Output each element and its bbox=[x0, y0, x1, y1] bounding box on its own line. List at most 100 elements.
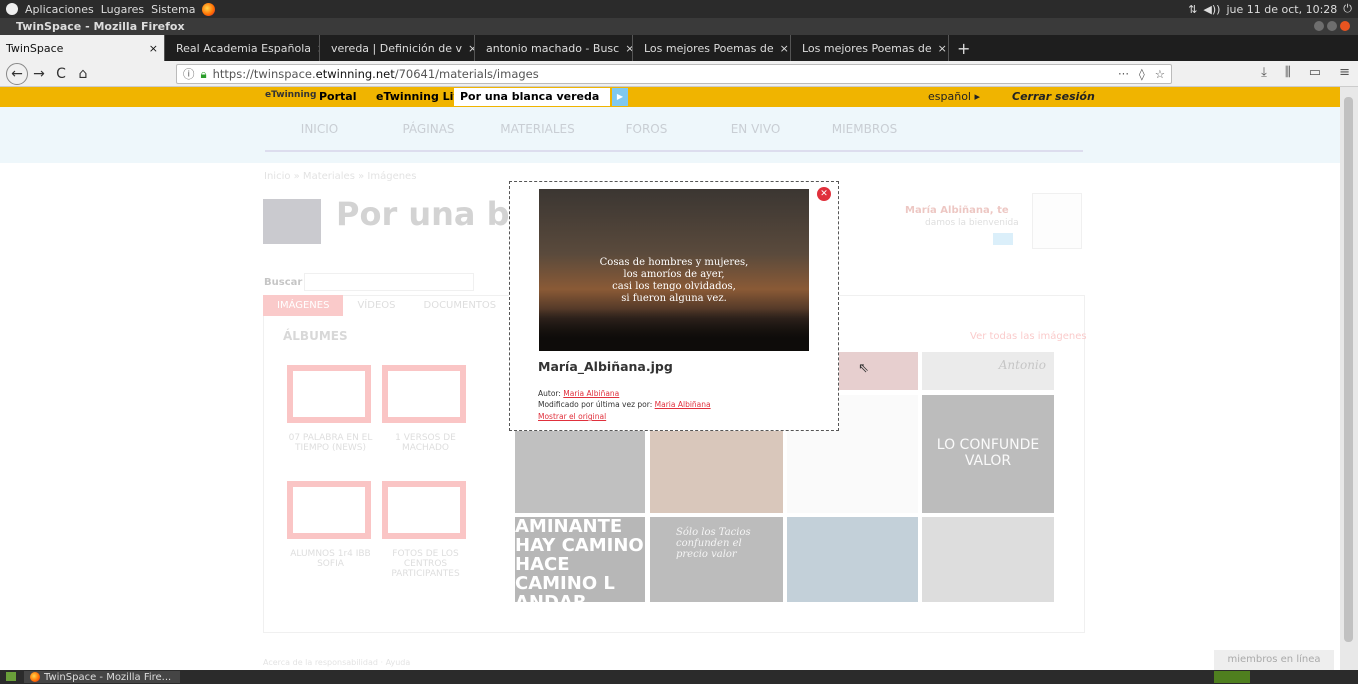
tab-documentos[interactable]: DOCUMENTOS bbox=[410, 295, 511, 316]
tab-close-icon[interactable]: × bbox=[143, 42, 158, 55]
language-selector[interactable]: español ▸ bbox=[928, 90, 980, 103]
footer-links[interactable]: Acerca de la responsabilidad · Ayuda bbox=[263, 658, 410, 667]
menu-item-miembros[interactable]: MIEMBROS bbox=[810, 107, 919, 150]
menu-item-foros[interactable]: FOROS bbox=[592, 107, 701, 150]
ubuntu-logo-icon[interactable] bbox=[6, 3, 18, 15]
tab-twinspace[interactable]: TwinSpace × bbox=[0, 35, 165, 61]
gallery-thumb[interactable]: Antonio bbox=[922, 352, 1054, 390]
view-all-images-link[interactable]: Ver todas las imágenes bbox=[970, 331, 1087, 342]
firefox-launcher-icon[interactable] bbox=[202, 2, 216, 16]
avatar[interactable] bbox=[1032, 193, 1082, 249]
album-label: FOTOS DE LOS CENTROS PARTICIPANTES bbox=[391, 549, 460, 579]
info-icon[interactable]: ⓘ bbox=[183, 66, 195, 82]
home-button[interactable]: ⌂ bbox=[72, 63, 94, 85]
lightbox-close-icon[interactable]: ✕ bbox=[817, 187, 831, 201]
project-go-button[interactable]: ▶ bbox=[612, 88, 628, 106]
poem-line: casi los tengo olvidados, bbox=[612, 281, 736, 292]
gallery-thumb[interactable] bbox=[787, 517, 918, 602]
pocket-icon[interactable]: ◊ bbox=[1139, 67, 1145, 81]
album-image-icon bbox=[382, 481, 466, 539]
firefox-icon bbox=[30, 672, 40, 682]
menu-item-en-vivo[interactable]: EN VIVO bbox=[701, 107, 810, 150]
show-desktop-icon[interactable] bbox=[6, 672, 16, 681]
tab-poemas-2[interactable]: Los mejores Poemas de × bbox=[791, 35, 949, 61]
hamburger-menu-icon[interactable]: ≡ bbox=[1339, 65, 1350, 80]
tab-vereda[interactable]: vereda | Definición de v × bbox=[320, 35, 475, 61]
album-card[interactable]: 07 PALABRA EN EL TIEMPO (NEWS) bbox=[283, 355, 378, 460]
poem-text: Cosas de hombres y mujeres, los amoríos … bbox=[569, 257, 779, 305]
gallery-thumb[interactable]: LO CONFUNDE VALOR bbox=[922, 395, 1054, 513]
main-menu-bar: INICIO PÁGINAS MATERIALES FOROS EN VIVO … bbox=[0, 107, 1340, 163]
back-button[interactable]: ← bbox=[6, 62, 28, 85]
menu-item-inicio[interactable]: INICIO bbox=[265, 107, 374, 150]
tab-videos[interactable]: VÍDEOS bbox=[343, 295, 409, 316]
tab-poemas-1[interactable]: Los mejores Poemas de × bbox=[633, 35, 791, 61]
web-page: eTwinning Portal eTwinning Live Por una … bbox=[0, 87, 1340, 670]
mouse-cursor-icon: ⇖ bbox=[858, 361, 869, 376]
downloads-icon[interactable]: ⤓ bbox=[1261, 65, 1267, 80]
poem-line: Cosas de hombres y mujeres, bbox=[599, 257, 749, 268]
album-card[interactable]: ALUMNOS 1r4 IBB SOFIA bbox=[283, 471, 378, 576]
tab-close-icon[interactable]: × bbox=[311, 42, 319, 55]
user-badge[interactable] bbox=[993, 233, 1013, 245]
library-icon[interactable]: ⫼ bbox=[1285, 65, 1291, 80]
portal-link[interactable]: Portal bbox=[319, 90, 357, 103]
taskbar-firefox-window[interactable]: TwinSpace - Mozilla Fire... bbox=[24, 671, 180, 683]
forward-button[interactable]: → bbox=[28, 63, 50, 85]
album-image-icon bbox=[382, 365, 466, 423]
main-menu: INICIO PÁGINAS MATERIALES FOROS EN VIVO … bbox=[265, 107, 1083, 152]
search-input[interactable] bbox=[304, 273, 474, 291]
logout-link[interactable]: Cerrar sesión bbox=[1012, 90, 1095, 103]
tab-close-icon[interactable]: × bbox=[462, 42, 474, 55]
maximize-button[interactable] bbox=[1327, 21, 1337, 31]
lock-icon[interactable]: 🔒︎ bbox=[201, 67, 207, 82]
page-scrollbar[interactable] bbox=[1340, 87, 1358, 670]
volume-icon[interactable]: ◀)) bbox=[1203, 3, 1220, 16]
bookmark-star-icon[interactable]: ☆ bbox=[1155, 67, 1165, 81]
image-lightbox: Cosas de hombres y mujeres, los amoríos … bbox=[509, 181, 839, 431]
author-link[interactable]: Maria Albiñana bbox=[563, 389, 619, 398]
show-original-link[interactable]: Mostrar el original bbox=[538, 412, 606, 421]
new-tab-button[interactable]: + bbox=[949, 35, 978, 61]
album-card[interactable]: 1 VERSOS DE MACHADO bbox=[378, 355, 473, 460]
power-icon[interactable]: ⏻ bbox=[1343, 2, 1352, 16]
tab-rae[interactable]: Real Academia Española × bbox=[165, 35, 320, 61]
etwinning-top-bar: eTwinning Portal eTwinning Live Por una … bbox=[0, 87, 1340, 107]
tab-close-icon[interactable]: × bbox=[619, 42, 632, 55]
gallery-thumb[interactable]: AMINANTE HAY CAMINO HACE CAMINO L ANDAR bbox=[515, 517, 645, 602]
menu-item-materiales[interactable]: MATERIALES bbox=[483, 107, 592, 150]
workspace-switcher[interactable] bbox=[1214, 671, 1250, 683]
author-line: Autor: Maria Albiñana bbox=[538, 389, 619, 398]
os-menu-system[interactable]: Sistema bbox=[151, 3, 195, 16]
modified-by-link[interactable]: Maria Albiñana bbox=[655, 400, 711, 409]
tab-close-icon[interactable]: × bbox=[932, 42, 947, 55]
minimize-button[interactable] bbox=[1314, 21, 1324, 31]
breadcrumb: Inicio » Materiales » Imágenes bbox=[264, 171, 417, 182]
gallery-thumb[interactable] bbox=[922, 517, 1054, 602]
tab-imagenes[interactable]: IMÁGENES bbox=[263, 295, 344, 316]
sidebar-icon[interactable]: ▭ bbox=[1309, 65, 1321, 80]
etwinning-logo[interactable]: eTwinning bbox=[265, 90, 316, 100]
window-close-button[interactable] bbox=[1340, 21, 1350, 31]
page-actions-button[interactable]: ··· bbox=[1118, 67, 1129, 81]
scrollbar-thumb[interactable] bbox=[1344, 97, 1353, 642]
reload-button[interactable]: C bbox=[50, 63, 72, 85]
network-icon[interactable]: ⇅ bbox=[1188, 3, 1197, 16]
tab-label: TwinSpace bbox=[6, 41, 64, 55]
album-label: ALUMNOS 1r4 IBB SOFIA bbox=[290, 549, 371, 569]
menu-item-paginas[interactable]: PÁGINAS bbox=[374, 107, 483, 150]
project-select[interactable]: Por una blanca vereda bbox=[454, 88, 610, 106]
clock[interactable]: jue 11 de oct, 10:28 bbox=[1226, 3, 1337, 16]
tab-close-icon[interactable]: × bbox=[774, 42, 789, 55]
poem-line: los amoríos de ayer, bbox=[623, 269, 725, 280]
user-name: María Albiñana, bbox=[905, 205, 994, 216]
tab-google[interactable]: antonio machado - Busc × bbox=[475, 35, 633, 61]
gallery-thumb[interactable]: Sólo los Tacios confunden el precio valo… bbox=[650, 517, 783, 602]
os-menu-applications[interactable]: Aplicaciones bbox=[25, 3, 94, 16]
poem-line: si fueron alguna vez. bbox=[621, 293, 727, 304]
os-menu-places[interactable]: Lugares bbox=[101, 3, 144, 16]
members-online-button[interactable]: miembros en línea bbox=[1214, 650, 1334, 670]
album-label: 1 VERSOS DE MACHADO bbox=[395, 433, 456, 453]
album-card[interactable]: FOTOS DE LOS CENTROS PARTICIPANTES bbox=[378, 471, 473, 579]
url-bar[interactable]: ⓘ 🔒︎ https://twinspace. etwinning.net/706… bbox=[176, 64, 1172, 84]
